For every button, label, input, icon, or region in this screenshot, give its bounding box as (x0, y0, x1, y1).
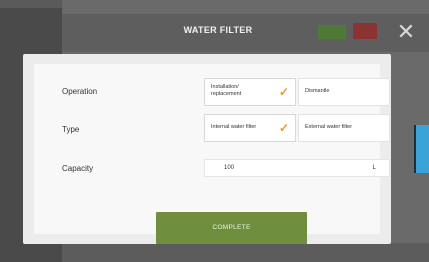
close-icon[interactable]: ✕ (396, 21, 416, 43)
water-filter-dialog: Operation Installation/ replacement ✓ Di… (23, 54, 391, 244)
capacity-value: 100 (224, 165, 235, 171)
operation-option-dismantle-label: Dismantle (305, 88, 330, 94)
type-option-internal[interactable]: Internal water filter ✓ (204, 114, 296, 142)
type-option-external[interactable]: External water filter (298, 114, 390, 142)
left-background-stripe (0, 0, 62, 8)
side-blue-tab[interactable] (414, 125, 429, 173)
type-label: Type (62, 125, 80, 134)
header-green-button[interactable] (318, 25, 346, 39)
check-icon: ✓ (278, 121, 289, 135)
complete-button[interactable]: COMPLETE (156, 212, 307, 244)
check-icon: ✓ (278, 85, 289, 99)
operation-option-installation[interactable]: Installation/ replacement ✓ (204, 78, 296, 106)
operation-label: Operation (62, 87, 98, 96)
page-title: WATER FILTER (183, 25, 253, 35)
header-red-button[interactable] (353, 23, 377, 39)
capacity-select[interactable]: 100 L (204, 159, 390, 177)
type-option-internal-label: Internal water filter (211, 124, 257, 130)
type-option-external-label: External water filter (305, 124, 353, 130)
bottom-background-strip (62, 243, 429, 262)
capacity-label: Capacity (62, 164, 94, 173)
form-panel: Operation Installation/ replacement ✓ Di… (34, 64, 390, 244)
operation-option-installation-label: Installation/ replacement (211, 84, 242, 97)
operation-option-dismantle[interactable]: Dismantle (298, 78, 390, 106)
capacity-unit: L (372, 165, 376, 171)
app-background: WATER FILTER ✕ Operation Installation/ r… (0, 0, 429, 262)
